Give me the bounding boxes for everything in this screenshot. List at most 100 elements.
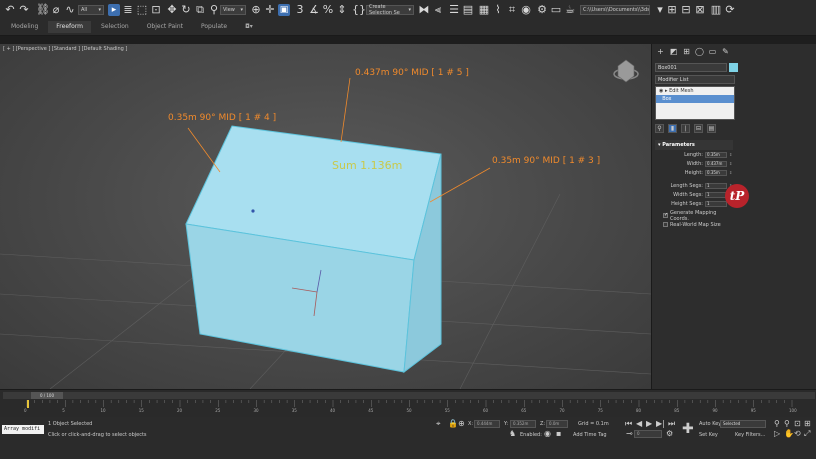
schematic-view-icon[interactable]: ⌗ <box>506 4 518 16</box>
material-editor-icon[interactable]: ◉ <box>520 4 532 16</box>
parameters-rollout-header[interactable]: ▾ Parameters <box>655 140 733 150</box>
remove-modifier-icon[interactable]: ⊟ <box>694 124 703 133</box>
real-world-map-checkbox[interactable] <box>663 222 668 227</box>
set-key-button[interactable]: Set Key <box>699 432 718 438</box>
zoom-extents-all-icon[interactable]: ⊞ <box>804 419 811 428</box>
absolute-mode-icon[interactable]: ⊕ <box>458 419 465 428</box>
enabled-toggle-icon[interactable]: ◉ <box>544 429 551 438</box>
object-color-swatch[interactable] <box>729 63 738 72</box>
z-coord-field[interactable]: 0.0m <box>546 420 568 428</box>
set-project-folder-icon[interactable]: ⊞ <box>666 4 678 16</box>
orbit-icon[interactable]: ⟲ <box>794 429 801 438</box>
set-key-icon[interactable]: ✚ <box>682 421 694 437</box>
configure-sets-icon[interactable]: ▤ <box>707 124 716 133</box>
select-object-icon[interactable]: ▸ <box>108 4 120 16</box>
key-selection-dropdown[interactable]: Selected <box>720 420 766 428</box>
stack-item-box[interactable]: Box <box>656 95 734 103</box>
width-segs-field[interactable]: 1 <box>705 192 727 198</box>
save-icon[interactable]: ⊠ <box>694 4 706 16</box>
height-field[interactable]: 0.35m <box>705 170 727 176</box>
tab-freeform[interactable]: Freeform <box>48 20 92 33</box>
viewcube[interactable] <box>613 59 639 83</box>
utilities-tab-icon[interactable]: ✎ <box>721 47 730 56</box>
ribbon-toggle-icon[interactable]: ◘▾ <box>237 21 261 33</box>
maxscript-listener[interactable]: Array modifi <box>2 425 44 434</box>
modify-tab-icon[interactable]: ◩ <box>669 47 678 56</box>
go-to-start-icon[interactable]: ⏮ <box>625 419 632 429</box>
pivot-center-icon[interactable]: ⊕ <box>250 4 262 16</box>
select-manipulate-icon[interactable]: ✛ <box>264 4 276 16</box>
viewport-label[interactable]: [ + ] [Perspective ] [Standard ] [Defaul… <box>3 46 127 52</box>
keyboard-shortcut-override-icon[interactable]: ▣ <box>278 4 290 16</box>
y-coord-field[interactable]: 0.352m <box>510 420 536 428</box>
previous-frame-icon[interactable]: ◀ <box>636 419 642 428</box>
tab-populate[interactable]: Populate <box>193 21 235 33</box>
angle-snap-icon[interactable]: ∡ <box>308 4 320 16</box>
adaptive-degradation-icon[interactable]: ♞ <box>509 429 516 438</box>
rotate-icon[interactable]: ↻ <box>180 4 192 16</box>
window-crossing-icon[interactable]: ⊡ <box>150 4 162 16</box>
zoom-extents-icon[interactable]: ⊡ <box>794 419 801 428</box>
project-dropdown-icon[interactable]: ▾ <box>654 4 666 16</box>
x-coord-field[interactable]: 0.444m <box>474 420 500 428</box>
bind-spacewarp-icon[interactable]: ∿ <box>64 4 76 16</box>
key-filters-button[interactable]: Key Filters... <box>735 432 765 438</box>
snaps-toggle-icon[interactable]: 3 <box>294 4 306 16</box>
tab-modeling[interactable]: Modeling <box>3 21 46 33</box>
add-time-tag[interactable]: Add Time Tag <box>573 432 607 438</box>
mirror-icon[interactable]: ⧓ <box>418 4 430 16</box>
workspace-icon[interactable]: ▥ <box>710 4 722 16</box>
show-end-result-icon[interactable]: ▮ <box>668 124 677 133</box>
length-segs-field[interactable]: 1 <box>705 183 727 189</box>
generate-mapping-checkbox[interactable]: ✓ <box>663 213 668 218</box>
create-tab-icon[interactable]: + <box>656 47 665 56</box>
spinner-snap-icon[interactable]: ⇕ <box>336 4 348 16</box>
current-frame-field[interactable]: 0 <box>634 430 662 438</box>
isolate-selection-icon[interactable]: ⌖ <box>436 419 441 429</box>
layer-explorer-icon[interactable]: ▤ <box>462 4 474 16</box>
unlink-icon[interactable]: ⌀ <box>50 4 62 16</box>
render-setup-icon[interactable]: ⚙ <box>536 4 548 16</box>
scale-icon[interactable]: ⧉ <box>194 4 206 16</box>
sync-icon[interactable]: ⟳ <box>724 4 736 16</box>
time-slider-thumb[interactable]: 0 / 100 <box>31 392 63 399</box>
align-icon[interactable]: ⫷ <box>432 4 444 16</box>
open-icon[interactable]: ⊟ <box>680 4 692 16</box>
make-unique-icon[interactable]: ∣ <box>681 124 690 133</box>
time-config-icon[interactable]: ⚙ <box>666 429 673 438</box>
modifier-list-dropdown[interactable]: Modifier List <box>655 75 735 84</box>
place-icon[interactable]: ⚲ <box>208 4 220 16</box>
curve-editor-icon[interactable]: ⌇ <box>492 4 504 16</box>
named-selection-set-dropdown[interactable]: Create Selection Se ▾ <box>366 4 414 16</box>
tab-selection[interactable]: Selection <box>93 21 137 33</box>
percent-snap-icon[interactable]: % <box>322 4 334 16</box>
tab-object-paint[interactable]: Object Paint <box>139 21 191 33</box>
display-tab-icon[interactable]: ▭ <box>708 47 717 56</box>
toggle-ribbon-icon[interactable]: ▦ <box>478 4 490 16</box>
reference-coordinate-dropdown[interactable]: View ▾ <box>220 5 246 15</box>
time-tag-icon[interactable]: ▪ <box>556 429 561 438</box>
perspective-viewport[interactable]: [ + ] [Perspective ] [Standard ] [Defaul… <box>0 44 651 389</box>
stack-item-edit-mesh[interactable]: ◉ ▸ Edit Mesh <box>656 87 734 95</box>
auto-key-button[interactable]: Auto Key <box>699 421 721 427</box>
rendered-frame-window-icon[interactable]: ▭ <box>550 4 562 16</box>
motion-tab-icon[interactable]: ◯ <box>695 47 704 56</box>
time-slider-track[interactable]: 0 / 100 <box>3 392 815 399</box>
project-path-field[interactable]: C:\\Users\\Documents\\3dsMax <box>580 5 650 15</box>
width-field[interactable]: 0.437m <box>705 161 727 167</box>
maximize-viewport-icon[interactable]: ⤢ <box>804 429 810 439</box>
length-field[interactable]: 0.35m <box>705 152 727 158</box>
hierarchy-tab-icon[interactable]: ⊞ <box>682 47 691 56</box>
width-spinner[interactable]: ⇕ <box>729 161 733 167</box>
field-of-view-icon[interactable]: ▷ <box>774 429 780 438</box>
pin-stack-icon[interactable]: ⚲ <box>655 124 664 133</box>
go-to-end-icon[interactable]: ⏭ <box>668 419 675 429</box>
render-icon[interactable]: ☕ <box>564 4 576 16</box>
pan-icon[interactable]: ✋ <box>784 429 794 438</box>
edit-named-selection-icon[interactable]: {} <box>352 4 366 16</box>
move-icon[interactable]: ✥ <box>166 4 178 16</box>
selection-lock-icon[interactable]: 🔒 <box>448 419 458 428</box>
link-icon[interactable]: ⛓ <box>36 4 50 16</box>
next-frame-icon[interactable]: ▶| <box>656 419 665 428</box>
undo-icon[interactable]: ↶ <box>4 4 16 16</box>
